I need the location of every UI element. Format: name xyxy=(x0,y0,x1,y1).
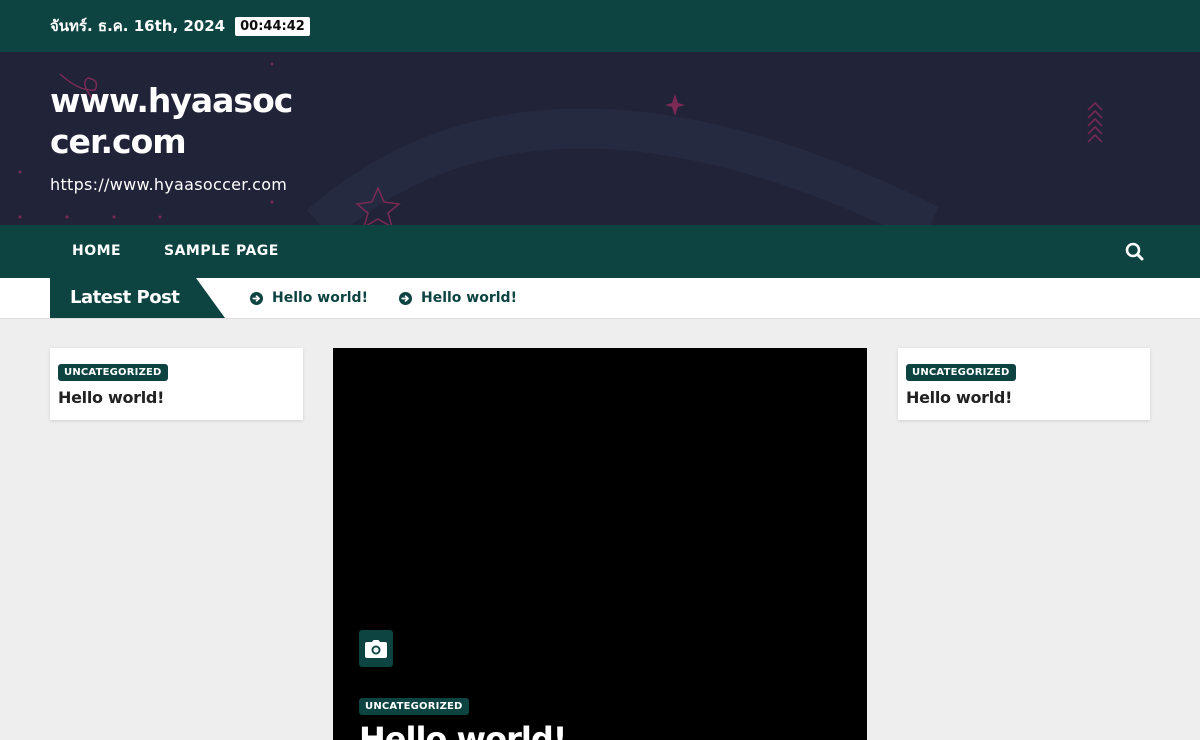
current-date: จันทร์. ธ.ค. 16th, 2024 xyxy=(50,17,226,35)
top-bar: จันทร์. ธ.ค. 16th, 2024 00:44:42 xyxy=(0,0,1200,52)
camera-icon xyxy=(359,630,393,667)
nav-item-sample-page[interactable]: SAMPLE PAGE xyxy=(164,225,279,278)
latest-post-ticker: Latest Post Hello world! Hello world! xyxy=(0,278,1200,319)
main-navigation: HOME SAMPLE PAGE xyxy=(0,225,1200,278)
ticker-entry-label[interactable]: Hello world! xyxy=(272,278,368,318)
category-badge[interactable]: UNCATEGORIZED xyxy=(359,698,469,715)
arrow-circle-right-icon xyxy=(399,291,412,305)
search-icon[interactable] xyxy=(1124,241,1146,263)
ticker-entry-label[interactable]: Hello world! xyxy=(421,278,517,318)
featured-post-title[interactable]: Hello world! xyxy=(359,720,567,740)
featured-post: UNCATEGORIZED Hello world! xyxy=(333,348,867,740)
ticker-label: Latest Post xyxy=(70,287,180,308)
site-tagline: https://www.hyaasoccer.com xyxy=(50,175,288,194)
post-title[interactable]: Hello world! xyxy=(906,388,1012,407)
site-title[interactable]: www.hyaasoccer.com xyxy=(50,80,310,162)
camera-icon-glyph xyxy=(365,639,387,658)
arrow-circle-right-icon xyxy=(250,291,263,305)
category-badge[interactable]: UNCATEGORIZED xyxy=(906,364,1016,381)
post-title[interactable]: Hello world! xyxy=(58,388,164,407)
ticker-entry[interactable]: Hello world! xyxy=(399,278,517,318)
site-header: www.hyaasoccer.com https://www.hyaasocce… xyxy=(0,52,1200,225)
ticker-entry[interactable]: Hello world! xyxy=(250,278,368,318)
post-card-right: UNCATEGORIZED Hello world! xyxy=(898,348,1150,420)
category-badge[interactable]: UNCATEGORIZED xyxy=(58,364,168,381)
post-card-left: UNCATEGORIZED Hello world! xyxy=(50,348,303,420)
current-time: 00:44:42 xyxy=(235,16,310,36)
nav-item-home[interactable]: HOME xyxy=(72,225,121,278)
